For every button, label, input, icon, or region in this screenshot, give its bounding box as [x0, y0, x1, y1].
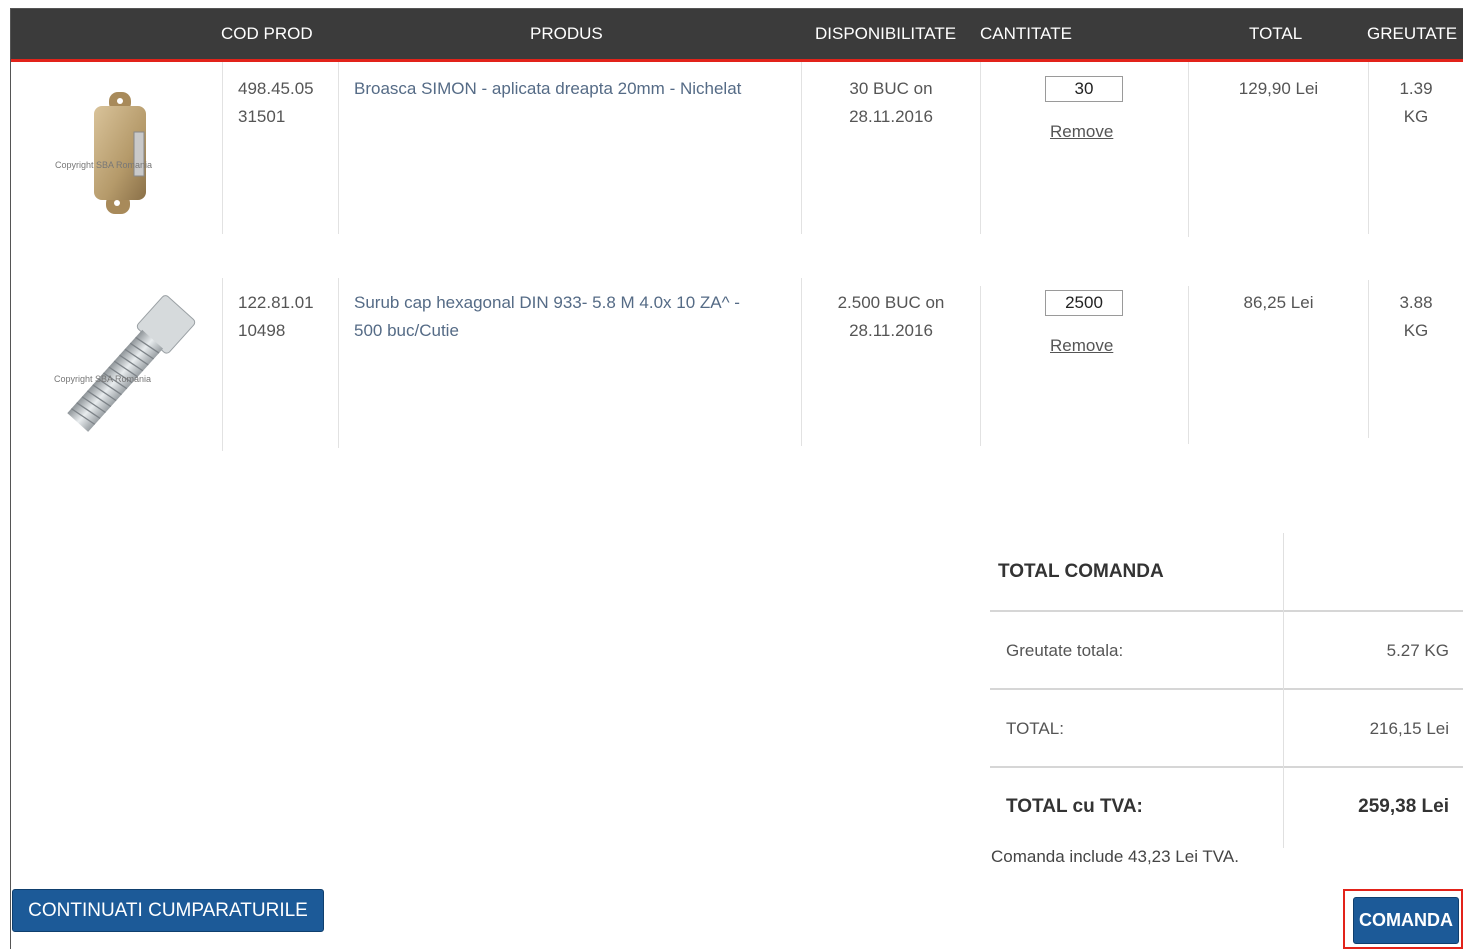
line-weight: 3.88 KG [1369, 289, 1463, 345]
summary-row-total: TOTAL: 216,15 Lei [990, 688, 1463, 768]
row-divider [222, 62, 223, 234]
quantity-input[interactable] [1045, 290, 1123, 316]
summary-total-label: TOTAL: [1006, 719, 1064, 738]
availability: 2.500 BUC on 28.11.2016 [802, 289, 980, 345]
header-produs: PRODUS [530, 24, 603, 43]
product-code-line: 10498 [238, 321, 286, 340]
image-watermark: Copyright SBA Romania [55, 160, 152, 170]
summary-total-value: 216,15 Lei [1369, 719, 1449, 738]
product-code: 498.45.05 31501 [238, 75, 314, 131]
header-total: TOTAL [1249, 24, 1303, 43]
row-divider [980, 286, 981, 446]
line-weight: 1.39 KG [1369, 75, 1463, 131]
summary-row-weight: Greutate totala: 5.27 KG [990, 610, 1463, 690]
header-greutate: GREUTATE [1367, 24, 1458, 43]
product-image-bolt[interactable]: Copyright SBA Romania [40, 290, 200, 440]
weight-value: 3.88 [1399, 293, 1433, 312]
summary-row-total-tva: TOTAL cu TVA: 259,38 Lei [990, 766, 1463, 848]
header-cod-prod: COD PROD [221, 24, 313, 43]
remove-link[interactable]: Remove [1050, 122, 1113, 142]
availability-line: 30 BUC on [849, 79, 933, 98]
order-button[interactable]: COMANDA [1353, 897, 1459, 944]
product-name-link[interactable]: Broasca SIMON - aplicata dreapta 20mm - … [354, 75, 794, 103]
continue-shopping-button[interactable]: CONTINUATI CUMPARATURILE [12, 889, 324, 932]
row-divider [338, 278, 339, 448]
product-code: 122.81.01 10498 [238, 289, 314, 345]
availability-line: 2.500 BUC on [837, 293, 945, 312]
product-image-lock[interactable]: Copyright SBA Romania [50, 92, 190, 217]
cart-table-header: COD PROD PRODUS DISPONIBILITATE CANTITAT… [11, 9, 1463, 62]
header-cantitate: CANTITATE [980, 24, 1072, 43]
summary-weight-value: 5.27 KG [1386, 641, 1449, 660]
summary-column-divider [1283, 533, 1284, 848]
line-total: 86,25 Lei [1243, 293, 1314, 312]
product-code-line: 31501 [238, 107, 286, 126]
quantity-input[interactable] [1045, 76, 1123, 102]
product-code-line: 122.81.01 [238, 293, 314, 312]
summary-tva-value: 259,38 Lei [1358, 796, 1449, 817]
product-name-line[interactable]: Surub cap hexagonal DIN 933- 5.8 M 4.0x … [354, 289, 794, 317]
summary-tva-label: TOTAL cu TVA: [1006, 796, 1143, 817]
summary-title: TOTAL COMANDA [998, 561, 1164, 582]
vat-note: Comanda include 43,23 Lei TVA. [991, 847, 1239, 866]
line-total: 129,90 Lei [1238, 79, 1319, 98]
product-name-link[interactable]: Surub cap hexagonal DIN 933- 5.8 M 4.0x … [354, 289, 794, 345]
remove-link[interactable]: Remove [1050, 336, 1113, 356]
weight-value: 1.39 [1399, 79, 1433, 98]
row-divider [338, 62, 339, 234]
weight-unit: KG [1403, 107, 1429, 126]
availability-line: 28.11.2016 [849, 321, 933, 340]
header-disponibilitate: DISPONIBILITATE [815, 24, 957, 43]
row-divider [222, 278, 223, 451]
weight-unit: KG [1403, 321, 1429, 340]
product-name-line[interactable]: 500 buc/Cutie [354, 317, 794, 345]
summary-weight-label: Greutate totala: [1006, 641, 1124, 660]
row-divider [980, 62, 981, 234]
availability: 30 BUC on 28.11.2016 [802, 75, 980, 131]
product-code-line: 498.45.05 [238, 79, 314, 98]
availability-line: 28.11.2016 [849, 107, 933, 126]
order-summary: TOTAL COMANDA Greutate totala: 5.27 KG T… [990, 533, 1463, 848]
image-watermark: Copyright SBA Romania [54, 374, 151, 384]
